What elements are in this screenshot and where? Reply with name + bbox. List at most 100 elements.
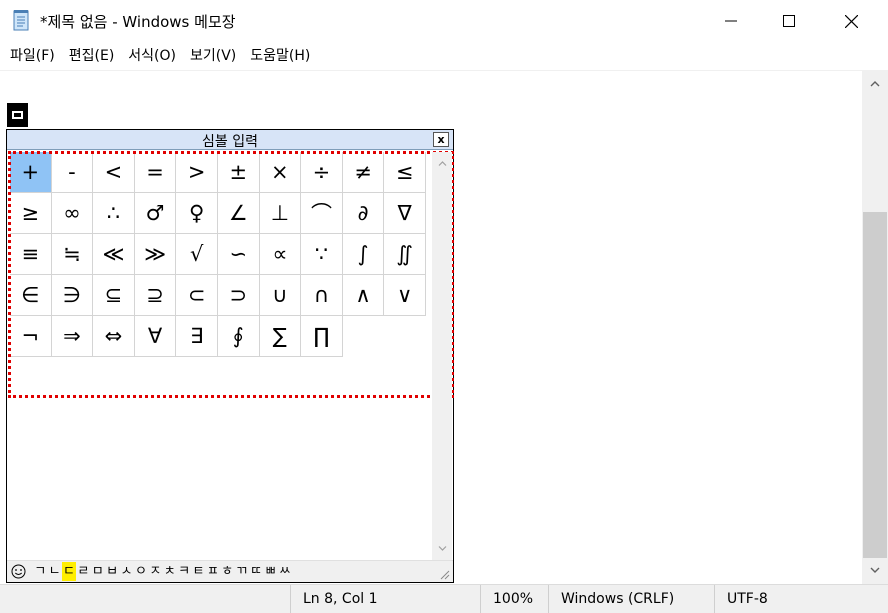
jamo-tab[interactable]: ㅅ bbox=[119, 562, 133, 581]
jamo-tab[interactable]: ㅋ bbox=[177, 562, 191, 581]
cursor-position: Ln 8, Col 1 bbox=[290, 585, 480, 613]
symbol-panel-scrollbar[interactable] bbox=[432, 152, 452, 560]
menu-help[interactable]: 도움말(H) bbox=[243, 45, 317, 67]
menu-format[interactable]: 서식(O) bbox=[121, 45, 183, 67]
symbol-cell[interactable]: = bbox=[134, 152, 177, 193]
symbol-cell[interactable]: ∞ bbox=[51, 193, 94, 234]
symbol-cell[interactable]: ⊆ bbox=[93, 275, 135, 316]
title-bar: *제목 없음 - Windows 메모장 bbox=[0, 0, 888, 42]
symbol-cell[interactable]: ≡ bbox=[10, 234, 52, 275]
symbol-cell[interactable]: ∇ bbox=[384, 193, 426, 234]
menu-view[interactable]: 보기(V) bbox=[183, 45, 243, 67]
scroll-up-arrow-icon[interactable] bbox=[862, 72, 888, 96]
symbol-cell[interactable]: ∠ bbox=[217, 193, 260, 234]
encoding: UTF-8 bbox=[714, 585, 888, 613]
jamo-tab[interactable]: ㅇ bbox=[134, 562, 148, 581]
symbol-cell[interactable]: × bbox=[259, 152, 302, 193]
symbol-cell[interactable]: ♂ bbox=[134, 193, 177, 234]
maximize-button[interactable] bbox=[758, 0, 820, 42]
close-button[interactable] bbox=[820, 0, 882, 42]
jamo-tab[interactable]: ㄹ bbox=[76, 562, 90, 581]
menu-bar: 파일(F) 편집(E) 서식(O) 보기(V) 도움말(H) bbox=[0, 42, 888, 70]
symbol-cell[interactable]: ⇒ bbox=[51, 316, 94, 357]
jamo-tab[interactable]: ㄷ bbox=[61, 562, 77, 581]
symbol-cell[interactable]: ⇔ bbox=[93, 316, 135, 357]
jamo-tab[interactable]: ㅈ bbox=[148, 562, 162, 581]
maximize-icon bbox=[783, 15, 795, 27]
emoji-icon[interactable] bbox=[11, 564, 26, 579]
jamo-tab[interactable]: ㄲ bbox=[234, 562, 248, 581]
symbol-cell[interactable]: ∑ bbox=[259, 316, 302, 357]
symbol-cell[interactable]: ¬ bbox=[10, 316, 52, 357]
symbol-cell[interactable]: ∮ bbox=[217, 316, 260, 357]
jamo-tab[interactable]: ㅂ bbox=[105, 562, 119, 581]
symbol-cell[interactable]: √ bbox=[176, 234, 218, 275]
symbol-category-bar: ㄱㄴㄷㄹㅁㅂㅅㅇㅈㅊㅋㅌㅍㅎㄲㄸㅃㅆ bbox=[7, 560, 453, 582]
jamo-tab[interactable]: ㄱ bbox=[33, 562, 47, 581]
symbol-cell[interactable]: ∪ bbox=[259, 275, 302, 316]
symbol-cell[interactable]: ≒ bbox=[51, 234, 94, 275]
symbol-cell[interactable]: ∀ bbox=[134, 316, 177, 357]
jamo-tab[interactable]: ㅍ bbox=[206, 562, 220, 581]
symbol-cell[interactable]: ⊃ bbox=[217, 275, 260, 316]
symbol-cell[interactable]: ⊂ bbox=[176, 275, 218, 316]
symbol-input-panel: 심볼 입력 x + - < = > ± × ÷ ≠ ≤ ≥ ∞ ∴ ♂ ♀ ∠ ⊥ ⌒ ∂ ∇ ≡ ≒ ≪ ≫ √ ∽ ∝ ∵ ∫ ∬ ∈ ∋… bbox=[6, 129, 454, 583]
symbol-cell[interactable]: ∝ bbox=[259, 234, 302, 275]
symbol-cell[interactable]: ∋ bbox=[51, 275, 94, 316]
vertical-scrollbar[interactable] bbox=[862, 70, 888, 584]
symbol-grid: + - < = > ± × ÷ ≠ ≤ ≥ ∞ ∴ ♂ ♀ ∠ ⊥ ⌒ ∂ ∇ ≡ ≒ ≪ ≫ √ ∽ ∝ ∵ ∫ ∬ ∈ ∋ ⊆ ⊇ ⊂ ⊃ ∪ ∩ ∧ ∨… bbox=[10, 152, 426, 357]
resize-grip-icon[interactable] bbox=[438, 568, 450, 580]
jamo-tab[interactable]: ㅃ bbox=[263, 562, 277, 581]
scrollbar-thumb[interactable] bbox=[863, 212, 887, 558]
symbol-cell[interactable]: ∨ bbox=[384, 275, 426, 316]
jamo-tab[interactable]: ㅌ bbox=[191, 562, 205, 581]
jamo-tab[interactable]: ㄴ bbox=[47, 562, 61, 581]
symbol-cell[interactable]: ≫ bbox=[134, 234, 177, 275]
symbol-panel-header[interactable]: 심볼 입력 x bbox=[7, 130, 453, 150]
jamo-tab[interactable]: ㅆ bbox=[278, 562, 292, 581]
symbol-panel-title: 심볼 입력 bbox=[202, 134, 258, 150]
symbol-cell[interactable]: > bbox=[176, 152, 218, 193]
symbol-cell[interactable]: ≠ bbox=[342, 152, 385, 193]
symbol-cell[interactable]: ≥ bbox=[10, 193, 52, 234]
symbol-cell[interactable]: ∂ bbox=[342, 193, 385, 234]
jamo-tab[interactable]: ㅊ bbox=[163, 562, 177, 581]
symbol-cell[interactable]: ⊇ bbox=[134, 275, 177, 316]
symbol-cell[interactable]: ∵ bbox=[301, 234, 343, 275]
symbol-cell[interactable]: ∩ bbox=[301, 275, 343, 316]
menu-edit[interactable]: 편집(E) bbox=[62, 45, 122, 67]
scroll-down-arrow-icon[interactable] bbox=[862, 558, 888, 582]
minimize-button[interactable] bbox=[700, 0, 762, 42]
symbol-scroll-down-icon[interactable] bbox=[432, 538, 452, 558]
symbol-cell[interactable]: ♀ bbox=[176, 193, 218, 234]
symbol-cell[interactable]: ÷ bbox=[301, 152, 343, 193]
symbol-cell[interactable]: ∬ bbox=[384, 234, 426, 275]
jamo-tab[interactable]: ㅁ bbox=[91, 562, 105, 581]
symbol-cell[interactable]: + bbox=[10, 152, 52, 193]
jamo-tab[interactable]: ㄸ bbox=[249, 562, 263, 581]
symbol-cell[interactable]: ∃ bbox=[176, 316, 218, 357]
symbol-cell[interactable]: < bbox=[93, 152, 135, 193]
minimize-icon bbox=[725, 20, 737, 22]
symbol-cell[interactable]: ∽ bbox=[217, 234, 260, 275]
ime-toggle-icon[interactable] bbox=[7, 103, 28, 127]
symbol-cell[interactable]: ∏ bbox=[301, 316, 343, 357]
symbol-cell[interactable]: ± bbox=[217, 152, 260, 193]
symbol-cell[interactable]: ∈ bbox=[10, 275, 52, 316]
jamo-tab[interactable]: ㅎ bbox=[220, 562, 234, 581]
notepad-icon bbox=[13, 10, 29, 31]
symbol-cell[interactable]: - bbox=[51, 152, 94, 193]
symbol-cell[interactable]: ∴ bbox=[93, 193, 135, 234]
symbol-cell[interactable]: ≤ bbox=[384, 152, 426, 193]
symbol-cell[interactable]: ≪ bbox=[93, 234, 135, 275]
menu-file[interactable]: 파일(F) bbox=[3, 45, 62, 67]
symbol-panel-close-button[interactable]: x bbox=[433, 132, 449, 147]
symbol-cell[interactable]: ⌒ bbox=[301, 193, 343, 234]
zoom-level: 100% bbox=[480, 585, 548, 613]
symbol-scroll-up-icon[interactable] bbox=[432, 153, 452, 173]
close-icon bbox=[844, 14, 858, 28]
symbol-cell[interactable]: ∧ bbox=[342, 275, 385, 316]
line-ending: Windows (CRLF) bbox=[548, 585, 714, 613]
symbol-cell[interactable]: ∫ bbox=[342, 234, 385, 275]
symbol-cell[interactable]: ⊥ bbox=[259, 193, 302, 234]
